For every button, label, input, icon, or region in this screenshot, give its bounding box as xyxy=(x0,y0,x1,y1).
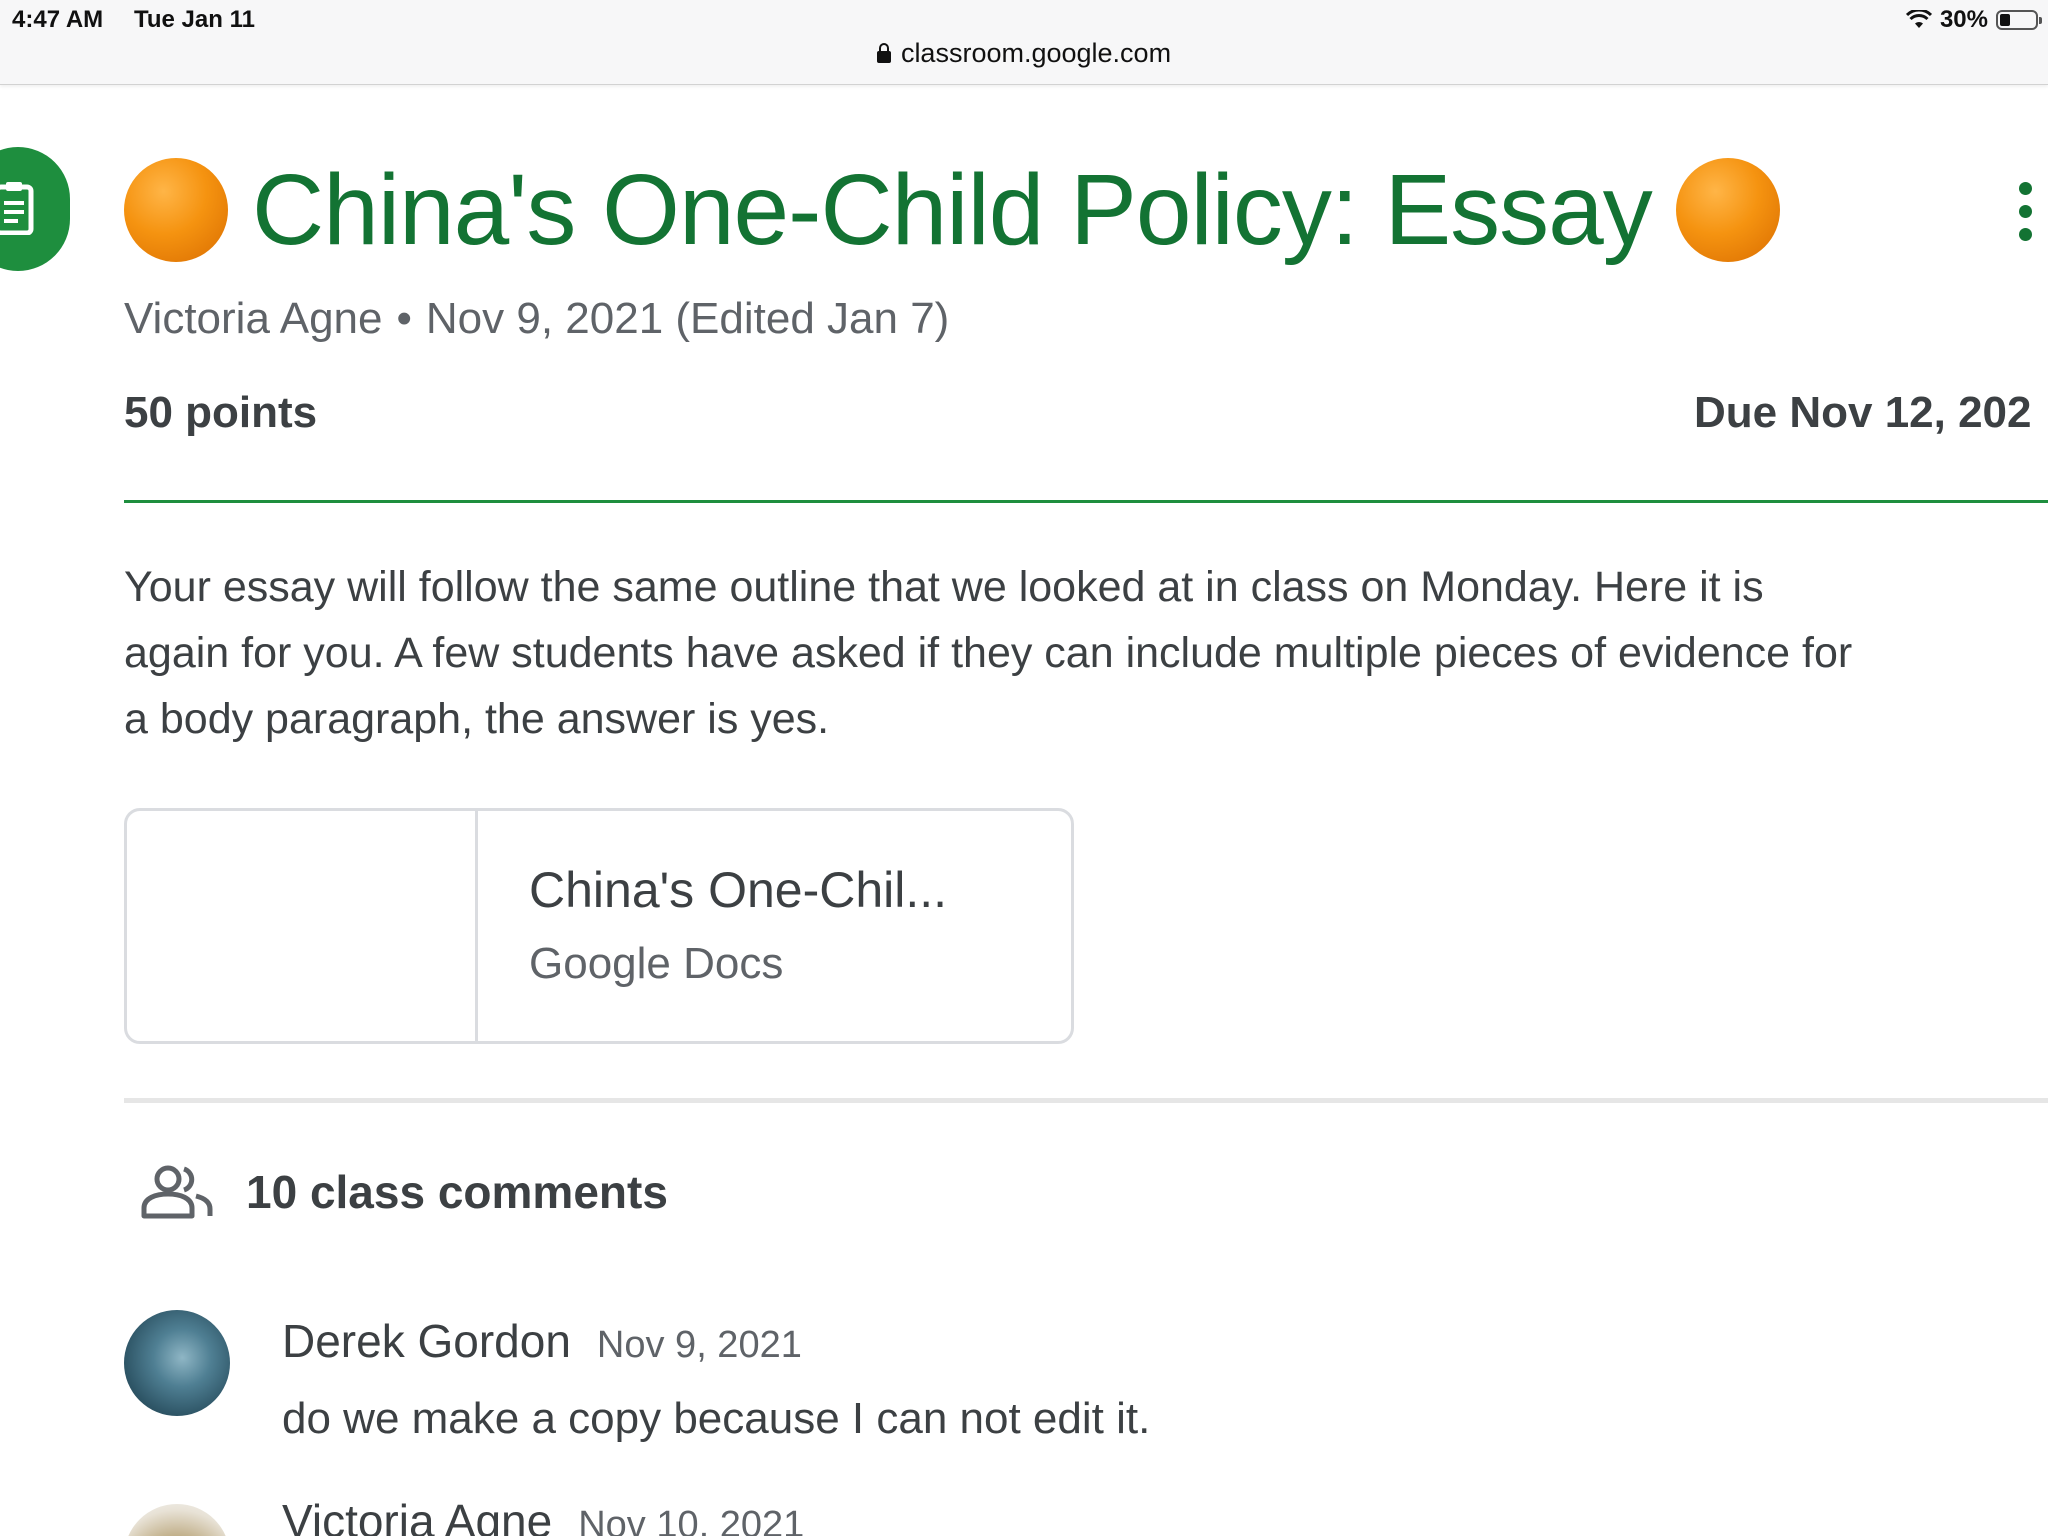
status-date: Tue Jan 11 xyxy=(134,6,255,33)
battery-percent: 30% xyxy=(1939,6,1988,33)
comment-author: Victoria Agne xyxy=(282,1495,553,1536)
comment-author-row: Derek Gordon Nov 9, 2021 xyxy=(282,1314,802,1368)
menu-dot xyxy=(2018,182,2032,195)
class-comments-header[interactable]: 10 class comments xyxy=(138,1164,668,1220)
attachment-card[interactable]: China's One-Chil... Google Docs xyxy=(124,808,1074,1044)
section-divider xyxy=(124,1098,2048,1103)
status-indicators: 30% xyxy=(1905,5,2042,35)
comment-author: Derek Gordon xyxy=(282,1315,571,1367)
url-bar[interactable]: classroom.google.com xyxy=(0,38,2048,69)
people-icon xyxy=(141,1165,213,1219)
meta-separator: • xyxy=(396,294,412,343)
assignment-meta: Victoria Agne • Nov 9, 2021 (Edited Jan 7) xyxy=(124,294,949,344)
battery-fill xyxy=(2000,14,2010,26)
status-time: 4:47 AM xyxy=(12,6,104,33)
battery-nub xyxy=(2039,17,2042,24)
avatar[interactable] xyxy=(124,1504,230,1536)
assignment-title: China's One-Child Policy: Essay xyxy=(252,153,1653,266)
assignment-posted-date: Nov 9, 2021 (Edited Jan 7) xyxy=(425,294,950,343)
comment-item: Victoria Agne Nov 10, 2021 xyxy=(124,1495,1624,1536)
assignment-title-row: China's One-Child Policy: Essay xyxy=(124,150,1780,270)
battery-icon xyxy=(1996,10,2042,30)
attachment-type: Google Docs xyxy=(529,939,784,988)
comment-item: Derek Gordon Nov 9, 2021 do we make a cop… xyxy=(124,1308,1624,1448)
description-line: Your essay will follow the same outline … xyxy=(124,563,1764,611)
header-divider xyxy=(124,500,2048,503)
comment-text: do we make a copy because I can not edit… xyxy=(282,1394,1151,1443)
url-text: classroom.google.com xyxy=(900,38,1172,68)
attachment-title: China's One-Chil... xyxy=(529,862,948,918)
more-vert-icon[interactable] xyxy=(2010,182,2040,242)
comment-author-row: Victoria Agne Nov 10, 2021 xyxy=(282,1494,804,1536)
assignment-icon xyxy=(0,147,70,271)
lock-icon xyxy=(876,43,891,63)
comment-date: Nov 10, 2021 xyxy=(578,1504,805,1536)
description-line: again for you. A few students have asked… xyxy=(124,629,1853,677)
orange-circle-icon xyxy=(1675,158,1780,262)
menu-dot xyxy=(2018,205,2032,218)
browser-status-bar: 4:47 AM Tue Jan 11 30% classroom.google.… xyxy=(0,0,2048,85)
comments-count: 10 class comments xyxy=(246,1166,668,1218)
assignment-points: 50 points xyxy=(124,388,318,437)
page: 4:47 AM Tue Jan 11 30% classroom.google.… xyxy=(0,0,2048,1536)
menu-dot xyxy=(2018,228,2032,241)
clipboard-icon xyxy=(0,182,34,235)
assignment-due-date: Due Nov 12, 202 xyxy=(1694,388,2032,437)
orange-circle-icon xyxy=(124,158,228,262)
wifi-icon xyxy=(1905,10,1932,28)
comment-date: Nov 9, 2021 xyxy=(596,1324,802,1366)
attachment-thumbnail xyxy=(127,811,478,1041)
avatar[interactable] xyxy=(124,1310,230,1416)
description-line: a body paragraph, the answer is yes. xyxy=(124,695,830,743)
assignment-author: Victoria Agne xyxy=(124,294,383,343)
assignment-description: Your essay will follow the same outline … xyxy=(124,554,2048,752)
